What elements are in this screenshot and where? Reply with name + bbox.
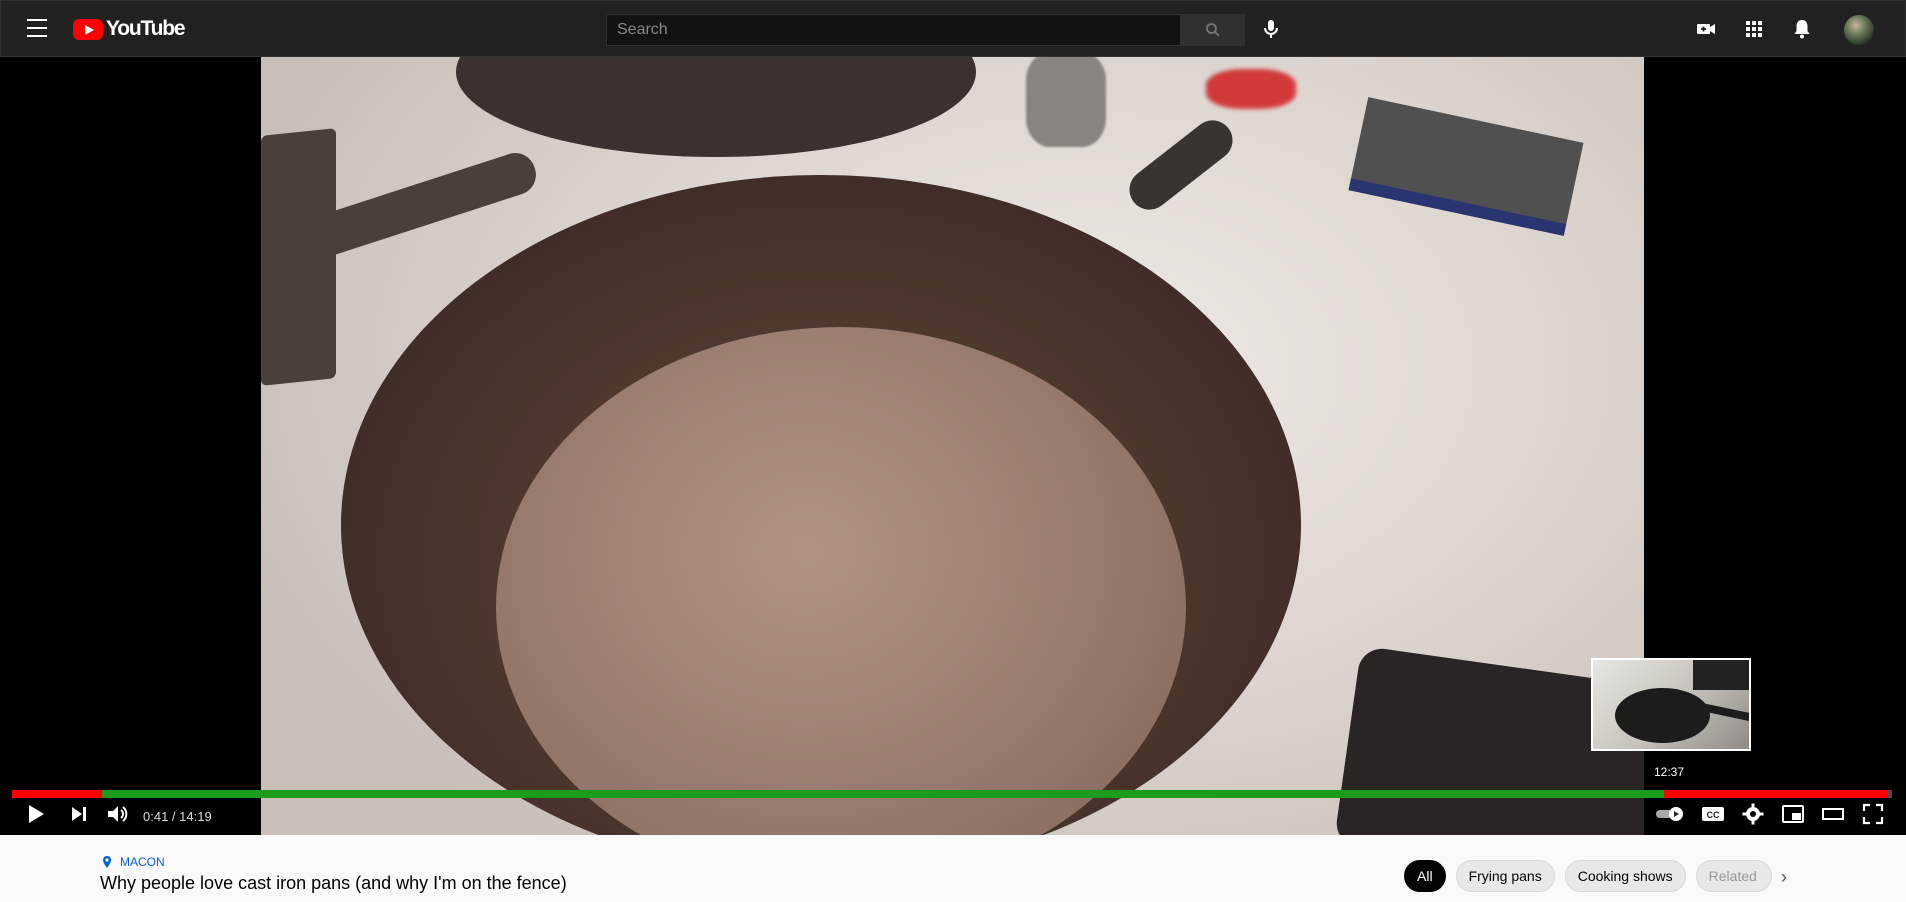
bell-icon[interactable] [1790,17,1814,46]
video-title: Why people love cast iron pans (and why … [100,873,567,893]
location-pin-icon [103,856,111,868]
apps-grid-icon[interactable] [1742,17,1766,46]
youtube-logo-text: YouTube [106,17,186,40]
youtube-logo-icon [73,18,103,40]
seek-preview-thumbnail [1591,658,1751,751]
seek-preview-time: 12:37 [1654,765,1685,779]
video-player[interactable]: 12:37 [0,57,1906,835]
volume-icon[interactable] [104,801,130,827]
chip-all[interactable]: All [1404,860,1446,892]
youtube-logo[interactable]: YouTube [73,17,186,41]
location-text: MACON [120,855,165,869]
chip-frying-pans[interactable]: Frying pans [1455,860,1555,892]
miniplayer-icon[interactable] [1780,801,1806,827]
next-icon[interactable] [66,801,92,827]
search-button[interactable] [1181,14,1245,46]
microphone-icon[interactable] [1259,17,1283,41]
search-bar [606,14,1245,46]
hamburger-icon[interactable] [25,19,49,39]
progress-hover-segment [102,790,1664,798]
video-info: MACON Why people love cast iron pans (an… [0,835,1906,902]
search-input[interactable] [606,14,1181,46]
video-content-skillet-handle [1121,112,1241,218]
chip-related[interactable]: Related [1695,860,1772,892]
related-chips: All Frying pans Cooking shows Related [1404,860,1772,892]
masthead: YouTube [0,0,1906,57]
gear-icon[interactable] [1740,801,1766,827]
video-frame[interactable] [261,57,1644,835]
play-icon[interactable] [22,801,48,827]
location-link[interactable]: MACON [100,855,165,869]
video-content-towel [1348,97,1584,236]
autoplay-toggle-icon[interactable] [1655,801,1685,827]
video-content-pot [456,57,976,157]
progress-bar[interactable] [12,790,1892,798]
time-display: 0:41 / 14:19 [143,809,212,824]
svg-text:CC: CC [1707,810,1720,820]
progress-played [12,790,102,798]
player-controls: 0:41 / 14:19 CC [0,801,1906,831]
video-camera-plus-icon[interactable] [1694,17,1718,46]
video-content-red-object [1206,69,1296,109]
cc-icon[interactable]: CC [1700,801,1726,827]
video-content-jar [1026,57,1106,147]
search-icon [1206,23,1220,37]
avatar[interactable] [1844,15,1874,45]
fullscreen-icon[interactable] [1860,801,1886,827]
chevron-right-icon[interactable]: › [1772,865,1796,889]
theater-mode-icon[interactable] [1820,801,1846,827]
chip-cooking-shows[interactable]: Cooking shows [1564,860,1686,892]
progress-loaded-segment [1664,790,1888,798]
